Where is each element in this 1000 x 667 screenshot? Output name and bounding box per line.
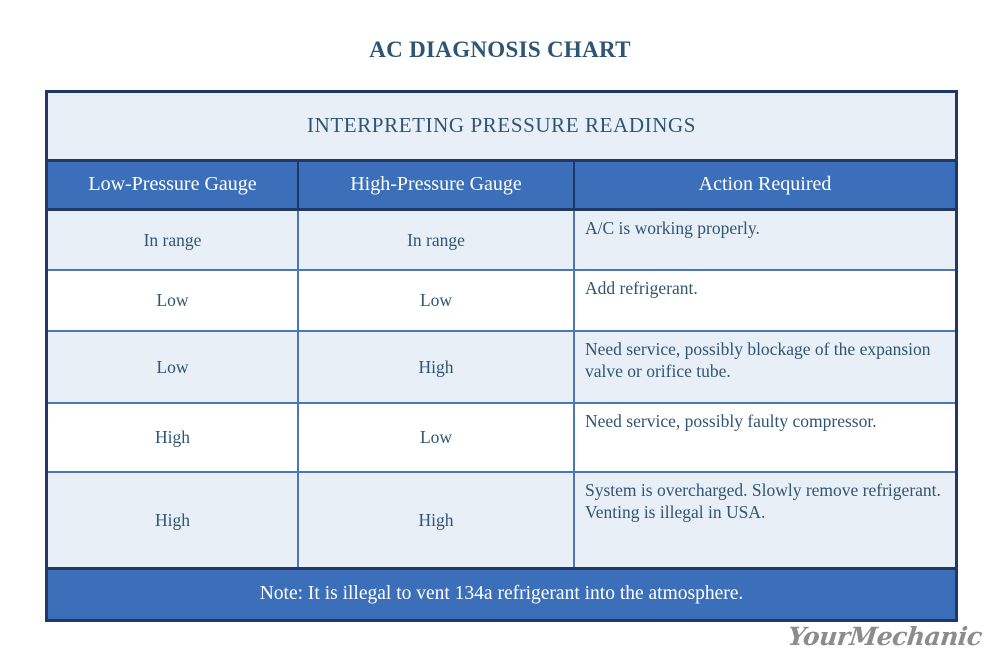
ac-diagnosis-table: INTERPRETING PRESSURE READINGS Low-Press… [45, 90, 958, 622]
cell-high-pressure: High [298, 472, 575, 570]
table-note-row: Note: It is illegal to vent 134a refrige… [48, 568, 956, 619]
table-header-row: Low-Pressure Gauge High-Pressure Gauge A… [48, 160, 956, 211]
cell-low-pressure: In range [48, 209, 299, 271]
cell-action-required: System is overcharged. Slowly remove ref… [574, 472, 956, 570]
table-row: Low Low Add refrigerant. [48, 270, 956, 332]
cell-low-pressure: Low [48, 270, 299, 332]
cell-low-pressure: High [48, 472, 299, 570]
pressure-readings-table: INTERPRETING PRESSURE READINGS Low-Press… [48, 93, 956, 619]
cell-high-pressure: High [298, 331, 575, 404]
cell-action-required: Need service, possibly blockage of the e… [574, 331, 956, 404]
cell-high-pressure: Low [298, 403, 575, 473]
cell-high-pressure: Low [298, 270, 575, 332]
table-row: High Low Need service, possibly faulty c… [48, 403, 956, 473]
table-banner-row: INTERPRETING PRESSURE READINGS [48, 93, 956, 162]
cell-low-pressure: Low [48, 331, 299, 404]
table-row: In range In range A/C is working properl… [48, 209, 956, 271]
table-banner-label: INTERPRETING PRESSURE READINGS [48, 93, 956, 162]
cell-action-required: Add refrigerant. [574, 270, 956, 332]
cell-action-required: Need service, possibly faulty compressor… [574, 403, 956, 473]
yourmechanic-logo: YourMechanic [786, 622, 984, 651]
cell-high-pressure: In range [298, 209, 575, 271]
cell-low-pressure: High [48, 403, 299, 473]
table-row: Low High Need service, possibly blockage… [48, 331, 956, 404]
table-row: High High System is overcharged. Slowly … [48, 472, 956, 570]
cell-action-required: A/C is working properly. [574, 209, 956, 271]
column-header-low-pressure-gauge: Low-Pressure Gauge [48, 160, 299, 211]
column-header-action-required: Action Required [574, 160, 956, 211]
table-note-label: Note: It is illegal to vent 134a refrige… [48, 568, 956, 619]
column-header-high-pressure-gauge: High-Pressure Gauge [298, 160, 575, 211]
page-title: AC DIAGNOSIS CHART [369, 37, 631, 62]
